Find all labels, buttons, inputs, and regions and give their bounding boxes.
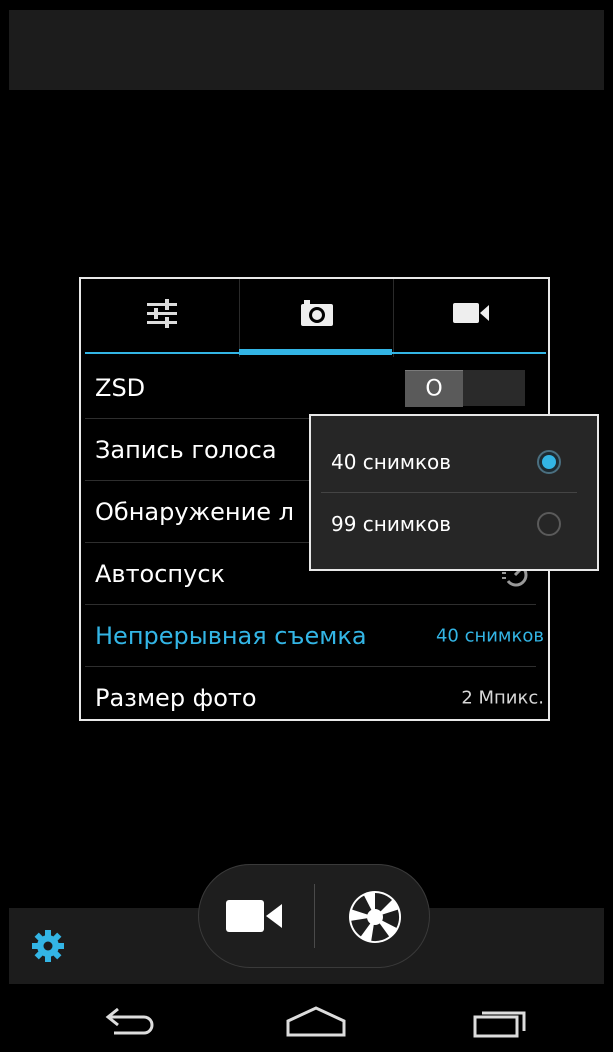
setting-label: ZSD [95,373,146,402]
sliders-icon [146,299,177,328]
setting-label: Запись голоса [95,435,277,464]
zsd-toggle[interactable]: O [405,369,525,407]
gear-icon[interactable] [30,928,66,964]
setting-value: 40 снимков [435,625,544,646]
home-icon[interactable] [285,1005,347,1039]
tab-photo-settings[interactable] [239,279,393,357]
continuous-shot-popup: 40 снимков 99 снимков [309,414,599,571]
recents-icon[interactable] [472,1005,530,1039]
setting-label: Размер фото [95,684,257,712]
setting-value: 2 Мпикс. [461,687,544,709]
setting-continuous-shot[interactable]: Непрерывная съемка 40 снимков [85,605,544,667]
divider [321,492,577,493]
setting-photo-size[interactable]: Размер фото 2 Мпикс. [85,667,544,729]
camera-icon [300,300,333,326]
option-label: 99 снимков [331,512,452,536]
setting-label-clip: Непрерывная съемка [95,605,425,666]
shutter-icon[interactable] [348,890,402,944]
back-icon[interactable] [104,1005,158,1039]
radio-unselected[interactable] [537,512,561,536]
toggle-knob: O [405,369,463,407]
radio-selected[interactable] [537,450,561,474]
tab-video-settings[interactable] [393,279,547,357]
popup-option-40[interactable]: 40 снимков [311,432,597,492]
setting-zsd[interactable]: ZSD O [85,357,536,419]
active-tab-indicator [239,349,392,355]
popup-option-99[interactable]: 99 снимков [311,494,597,554]
video-camera-icon [452,303,489,323]
setting-label: Автоспуск [95,559,226,588]
controls-divider [314,884,315,948]
setting-label: Обнаружение л [95,497,294,526]
status-bar [9,10,604,90]
settings-tabs [81,279,548,357]
tab-general-settings[interactable] [85,279,238,357]
setting-label: Непрерывная съемка [95,621,367,650]
option-label: 40 снимков [331,450,452,474]
system-nav-bar [0,985,613,1052]
capture-controls [198,864,430,968]
video-camera-icon[interactable] [224,896,284,936]
